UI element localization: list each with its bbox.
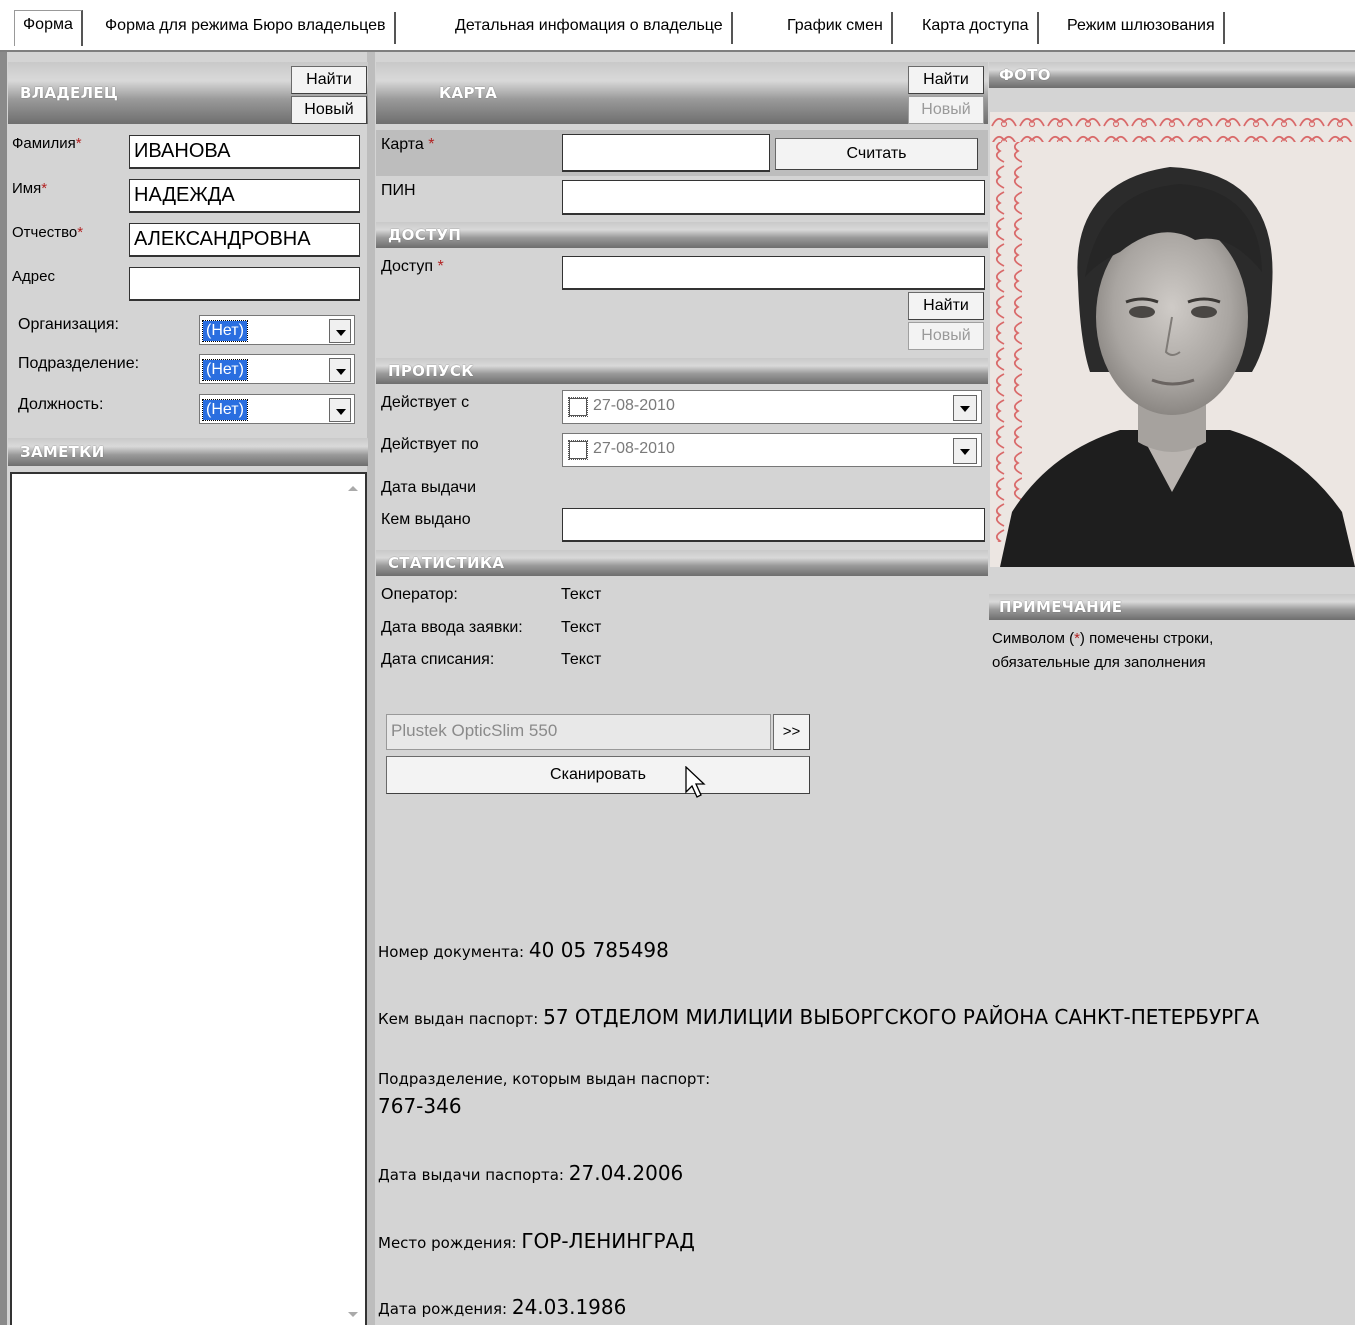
operator-label: Оператор: (381, 586, 458, 603)
tab-bureau-form[interactable]: Форма для режима Бюро владельцев (97, 12, 396, 44)
chevron-down-icon[interactable] (329, 358, 351, 382)
card-find-button[interactable]: Найти (908, 66, 984, 94)
card-field[interactable] (562, 134, 770, 172)
owner-new-button[interactable]: Новый (291, 96, 367, 124)
owner-photo (990, 112, 1355, 567)
chevron-down-icon[interactable] (953, 395, 977, 421)
portrait-photo-image (990, 112, 1355, 567)
issued-by-field[interactable] (562, 508, 985, 542)
column-divider (367, 52, 375, 1325)
department-label: Подразделение: (18, 355, 140, 372)
access-header: ДОСТУП (376, 222, 988, 248)
valid-from-label: Действует с (381, 394, 470, 411)
access-new-button[interactable]: Новый (908, 322, 984, 350)
doc-number-row: Номер документа: 40 05 785498 (378, 938, 669, 962)
surname-label: Фамилия* (12, 135, 82, 152)
writeoff-label: Дата списания: (381, 651, 495, 668)
valid-from-checkbox[interactable] (568, 397, 588, 417)
note-text-line2: обязательные для заполнения (992, 654, 1206, 671)
doc-number-value: 40 05 785498 (528, 938, 669, 962)
valid-to-checkbox[interactable] (568, 440, 588, 460)
position-value: (Нет) (202, 399, 248, 421)
organization-value: (Нет) (202, 320, 248, 342)
valid-to-value: 27-08-2010 (593, 440, 675, 457)
organization-select[interactable]: (Нет) (199, 315, 355, 345)
scroll-up-icon[interactable] (348, 486, 358, 491)
passport-dept-value: 767-346 (378, 1094, 462, 1118)
passport-issue-date-value: 27.04.2006 (568, 1161, 684, 1185)
tab-bar: Форма Форма для режима Бюро владельцев Д… (0, 0, 1355, 52)
position-label: Должность: (18, 396, 104, 413)
operator-value: Текст (561, 586, 602, 603)
scanner-browse-button[interactable]: >> (773, 714, 810, 750)
birthdate-row: Дата рождения: 24.03.1986 (378, 1295, 627, 1319)
issue-date-label: Дата выдачи (381, 479, 477, 496)
request-date-label: Дата ввода заявки: (381, 619, 523, 636)
valid-to-picker[interactable]: 27-08-2010 (562, 433, 982, 467)
tab-shift-schedule[interactable]: График смен (779, 12, 893, 44)
valid-from-picker[interactable]: 27-08-2010 (562, 390, 982, 424)
writeoff-value: Текст (561, 651, 602, 668)
passport-dept-label: Подразделение, которым выдан паспорт: (378, 1070, 711, 1088)
birthplace-row: Место рождения: ГОР-ЛЕНИНГРАД (378, 1229, 695, 1253)
tab-form[interactable]: Форма (14, 10, 83, 46)
tab-owner-details[interactable]: Детальная инфомация о владельце (447, 12, 733, 44)
scanner-device-field[interactable]: Plustek OpticSlim 550 (386, 714, 771, 750)
stats-header: СТАТИСТИКА (376, 550, 988, 576)
issued-by-label: Кем выдано (381, 511, 471, 528)
notes-scrollbar[interactable] (341, 474, 365, 1325)
access-field[interactable] (562, 256, 985, 290)
access-find-button[interactable]: Найти (908, 292, 984, 320)
pin-label: ПИН (381, 182, 416, 199)
owner-find-button[interactable]: Найти (291, 66, 367, 94)
address-field[interactable] (129, 267, 360, 301)
department-value: (Нет) (202, 359, 248, 381)
card-new-button[interactable]: Новый (908, 96, 984, 124)
note-text-line1: Символом (*) помечены строки, (992, 630, 1214, 647)
pass-header: ПРОПУСК (376, 358, 988, 384)
pin-field[interactable] (562, 180, 985, 215)
passport-issuer-row: Кем выдан паспорт: 57 ОТДЕЛОМ МИЛИЦИИ ВЫ… (378, 1005, 1260, 1029)
left-border (0, 52, 7, 1325)
valid-to-label: Действует по (381, 436, 479, 453)
organization-label: Организация: (18, 316, 119, 333)
address-label: Адрес (12, 268, 55, 285)
notes-header: ЗАМЕТКИ (8, 438, 368, 466)
surname-field[interactable]: ИВАНОВА (129, 135, 360, 169)
patronymic-field[interactable]: АЛЕКСАНДРОВНА (129, 223, 360, 257)
department-select[interactable]: (Нет) (199, 354, 355, 384)
note-header: ПРИМЕЧАНИЕ (989, 594, 1355, 620)
birthdate-value: 24.03.1986 (511, 1295, 627, 1319)
tab-lock-mode[interactable]: Режим шлюзования (1059, 12, 1225, 44)
request-date-value: Текст (561, 619, 602, 636)
name-field[interactable]: НАДЕЖДА (129, 179, 360, 213)
card-label: Карта * (381, 136, 435, 153)
mouse-cursor-icon (685, 766, 706, 798)
position-select[interactable]: (Нет) (199, 394, 355, 424)
passport-issuer-value: 57 ОТДЕЛОМ МИЛИЦИИ ВЫБОРГСКОГО РАЙОНА СА… (543, 1005, 1260, 1029)
scan-button[interactable]: Сканировать (386, 756, 810, 794)
read-card-button[interactable]: Считать (775, 138, 978, 170)
passport-issue-date-row: Дата выдачи паспорта: 27.04.2006 (378, 1161, 684, 1185)
passport-dept-row: 767-346 (378, 1094, 462, 1118)
valid-from-value: 27-08-2010 (593, 397, 675, 414)
access-label: Доступ * (381, 258, 444, 275)
birthplace-value: ГОР-ЛЕНИНГРАД (521, 1229, 695, 1253)
photo-header: ФОТО (989, 62, 1355, 88)
patronymic-label: Отчество* (12, 224, 84, 241)
card-header: КАРТА (376, 62, 988, 124)
tab-access-card[interactable]: Карта доступа (914, 12, 1039, 44)
name-label: Имя* (12, 180, 48, 197)
chevron-down-icon[interactable] (953, 438, 977, 464)
chevron-down-icon[interactable] (329, 398, 351, 422)
scroll-down-icon[interactable] (348, 1312, 358, 1317)
notes-textarea[interactable] (10, 472, 367, 1325)
chevron-down-icon[interactable] (329, 319, 351, 343)
